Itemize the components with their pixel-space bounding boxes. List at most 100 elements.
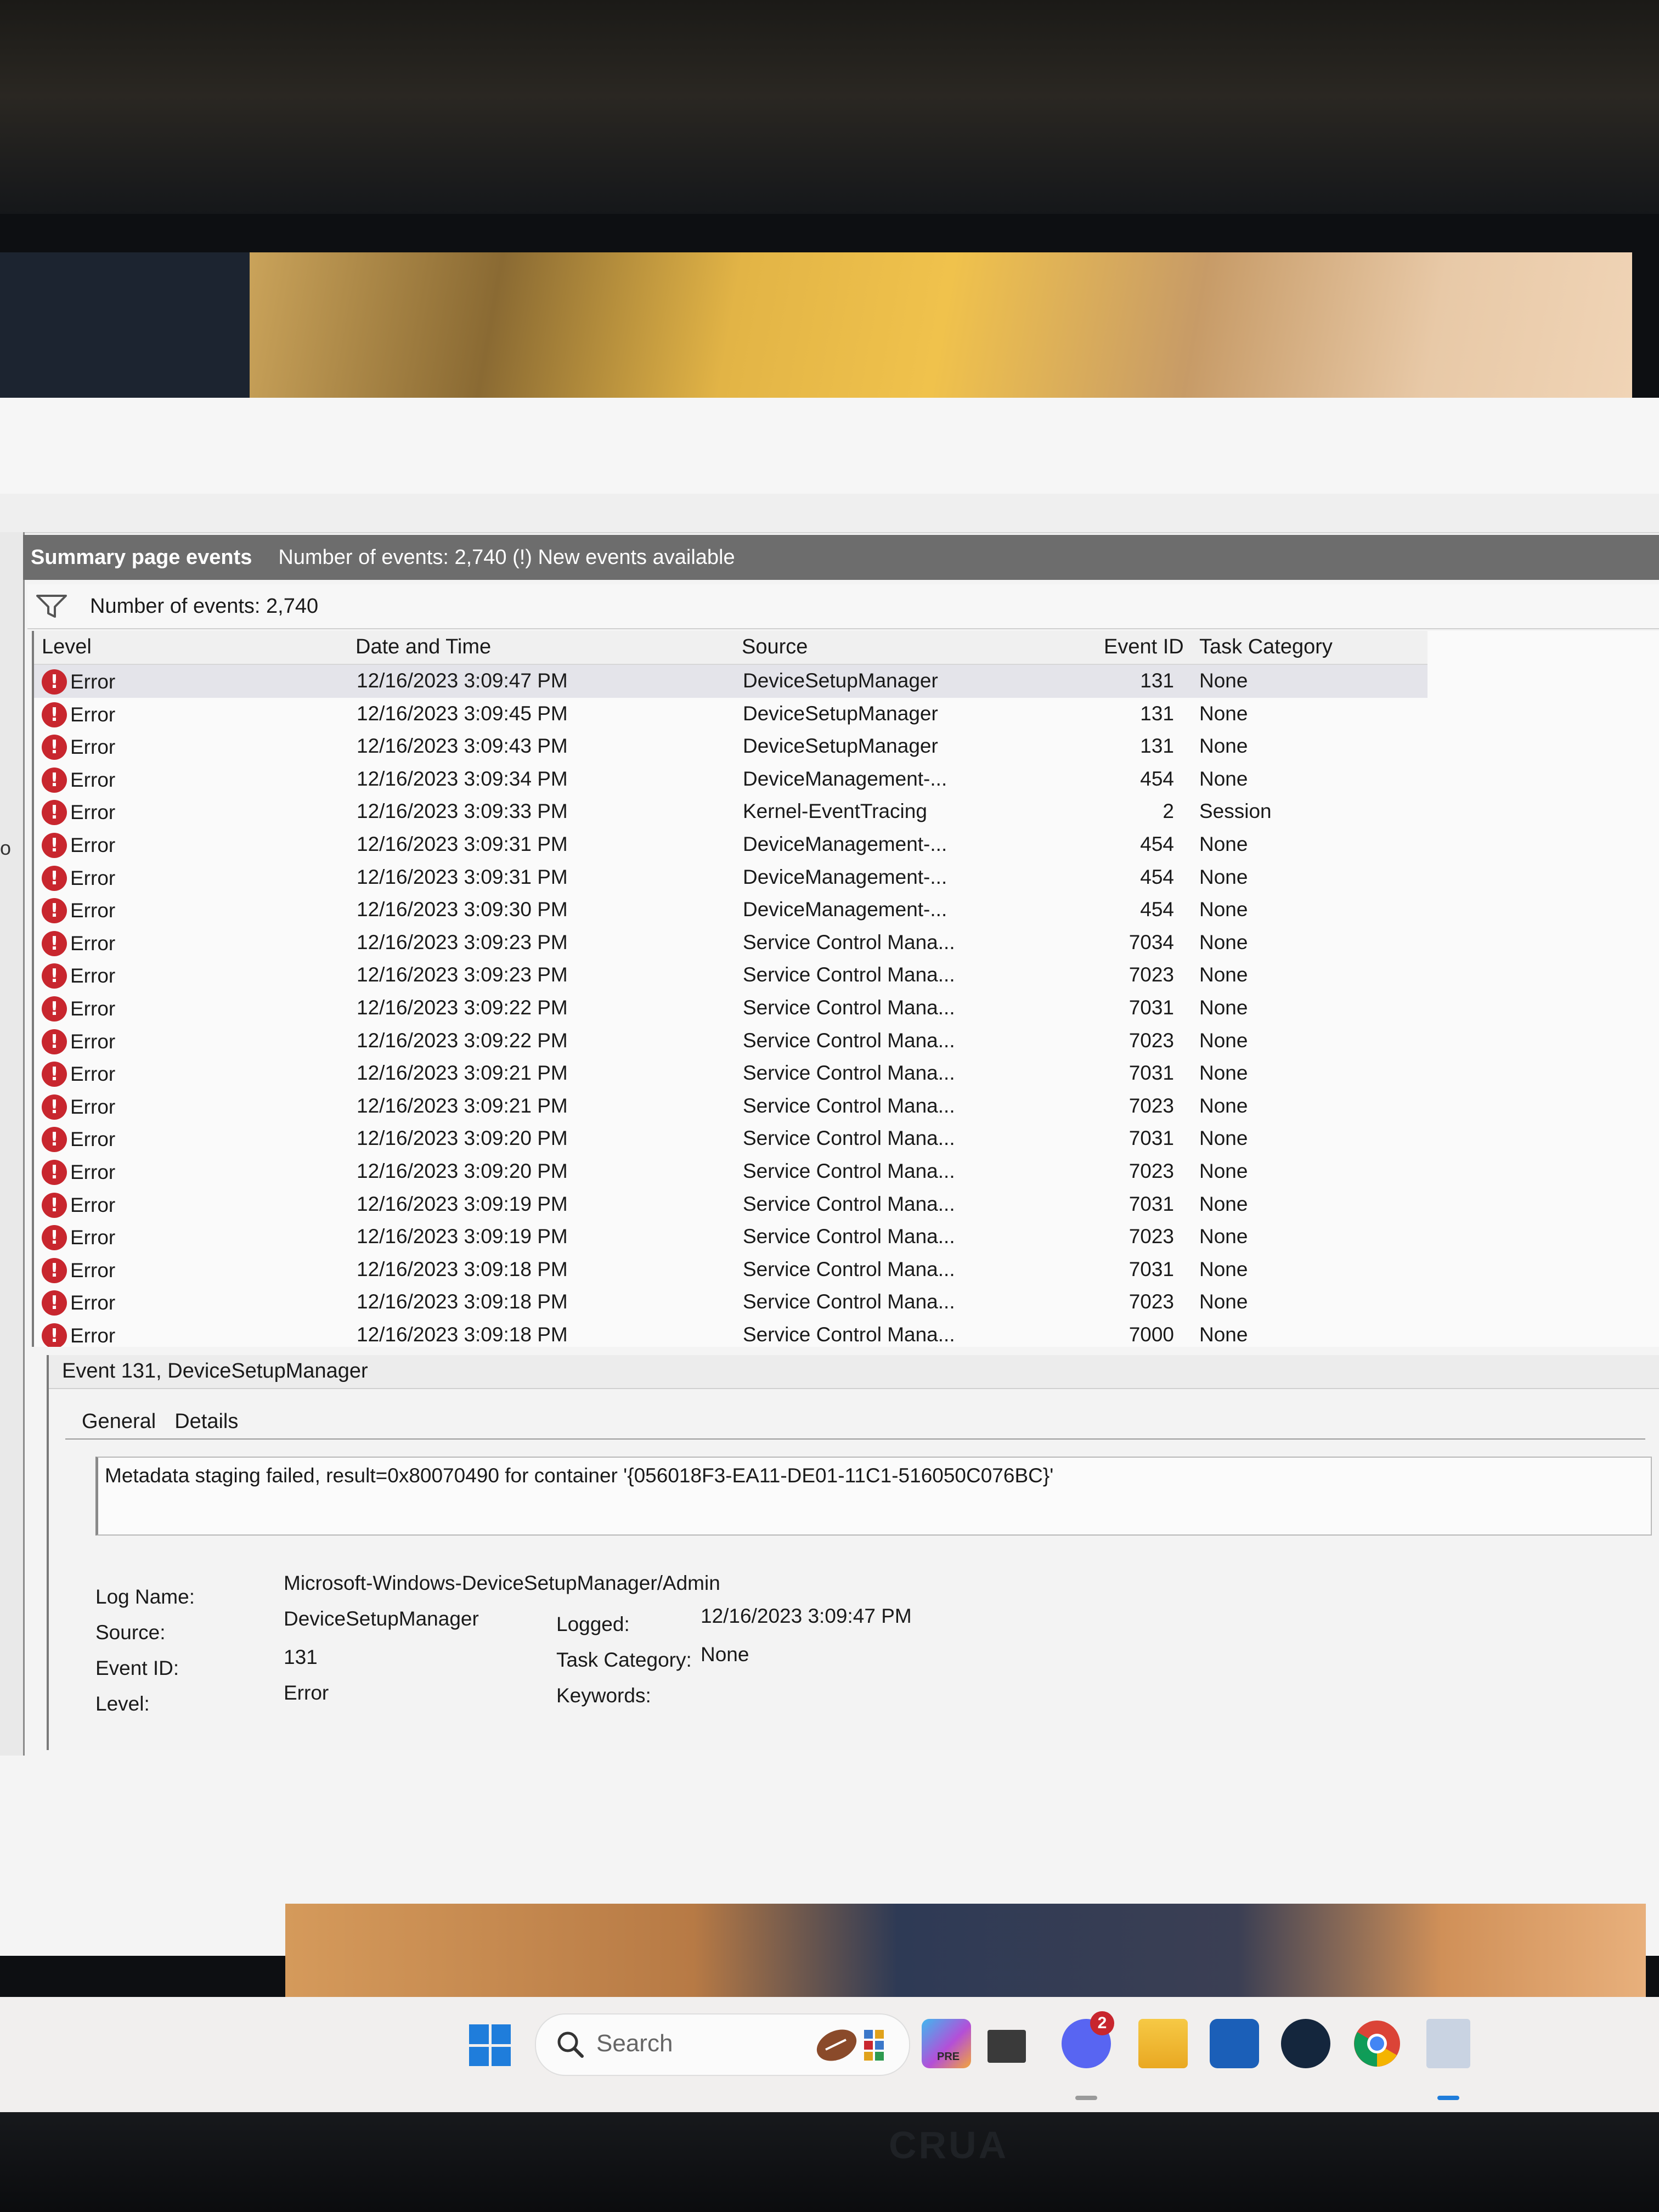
- table-row[interactable]: ! Error 12/16/2023 3:09:21 PM Service Contr…: [34, 1057, 1659, 1090]
- tab-general[interactable]: General: [82, 1410, 156, 1434]
- level-cell: ! Error: [42, 1323, 115, 1347]
- column-header-task-category[interactable]: Task Category: [1199, 635, 1333, 659]
- column-header-level[interactable]: Level: [42, 635, 92, 659]
- task-category-cell: None: [1199, 865, 1248, 888]
- grid-header: Level Date and Time Source Event ID Task…: [34, 631, 1427, 665]
- column-header-event-id[interactable]: Event ID: [1104, 635, 1184, 659]
- microsoft-store-icon[interactable]: [1210, 2019, 1259, 2068]
- level-cell: ! Error: [42, 800, 116, 826]
- detail-title-bar: Event 131, DeviceSetupManager: [49, 1355, 1659, 1389]
- file-explorer-icon[interactable]: [1138, 2019, 1188, 2068]
- table-row[interactable]: ! Error 12/16/2023 3:09:23 PM Service Contr…: [34, 959, 1659, 992]
- table-row[interactable]: ! Error 12/16/2023 3:09:23 PM Service Contr…: [34, 927, 1659, 960]
- error-icon: !: [42, 832, 67, 858]
- task-category-cell: None: [1199, 832, 1248, 855]
- level-text: Error: [70, 1063, 116, 1086]
- table-row[interactable]: ! Error 12/16/2023 3:09:18 PM Service Contr…: [34, 1319, 1659, 1347]
- summary-header: Summary page events Number of events: 2,…: [23, 535, 1659, 580]
- table-row[interactable]: ! Error 12/16/2023 3:09:18 PM Service Contr…: [34, 1286, 1659, 1319]
- event-id-cell: 454: [1140, 865, 1174, 888]
- table-row[interactable]: ! Error 12/16/2023 3:09:45 PM DeviceSetupMa…: [34, 698, 1659, 731]
- error-icon: !: [42, 800, 67, 826]
- table-row[interactable]: ! Error 12/16/2023 3:09:18 PM Service Contr…: [34, 1254, 1659, 1286]
- table-row[interactable]: ! Error 12/16/2023 3:09:20 PM Service Contr…: [34, 1122, 1659, 1155]
- filter-icon[interactable]: [35, 592, 68, 620]
- error-icon: !: [42, 735, 67, 760]
- error-icon: !: [42, 1127, 67, 1153]
- level-label: Level:: [95, 1692, 150, 1715]
- task-category-cell: None: [1199, 1225, 1248, 1248]
- chrome-icon[interactable]: [1352, 2019, 1402, 2068]
- error-icon: !: [42, 1323, 67, 1347]
- table-row[interactable]: ! Error 12/16/2023 3:09:21 PM Service Contr…: [34, 1090, 1659, 1123]
- table-row[interactable]: ! Error 12/16/2023 3:09:20 PM Service Contr…: [34, 1155, 1659, 1188]
- level-cell: ! Error: [42, 735, 115, 760]
- event-id-cell: 7023: [1128, 1094, 1174, 1117]
- level-text: Error: [70, 866, 116, 889]
- navigation-pane-edge[interactable]: o: [0, 532, 25, 1756]
- column-header-source[interactable]: Source: [742, 635, 808, 659]
- table-row[interactable]: ! Error 12/16/2023 3:09:31 PM DeviceManagem…: [34, 861, 1659, 894]
- event-description-box[interactable]: Metadata staging failed, result=0x800704…: [95, 1457, 1652, 1536]
- table-row[interactable]: ! Error 12/16/2023 3:09:22 PM Service Contr…: [34, 1025, 1659, 1058]
- task-view-icon[interactable]: [988, 2030, 1026, 2063]
- logged-value: 12/16/2023 3:09:47 PM: [701, 1605, 912, 1627]
- active-app-indicator: [1437, 2096, 1459, 2100]
- events-grid[interactable]: Level Date and Time Source Event ID Task…: [32, 631, 1659, 1347]
- task-category-cell: None: [1199, 1127, 1248, 1150]
- search-icon: [557, 2032, 584, 2058]
- source-cell: Service Control Mana...: [743, 1323, 955, 1346]
- widgets-icon[interactable]: [812, 2013, 900, 2074]
- level-cell: ! Error: [42, 1094, 115, 1120]
- level-text: Error: [70, 932, 116, 955]
- task-category-cell: None: [1199, 1290, 1248, 1313]
- copilot-icon[interactable]: PRE: [922, 2019, 971, 2068]
- table-row[interactable]: ! Error 12/16/2023 3:09:19 PM Service Contr…: [34, 1188, 1659, 1221]
- summary-status[interactable]: Number of events: 2,740 (!) New events a…: [278, 546, 735, 569]
- table-row[interactable]: ! Error 12/16/2023 3:09:34 PM DeviceManagem…: [34, 763, 1659, 796]
- event-id-cell: 7023: [1128, 1159, 1174, 1182]
- level-cell: ! Error: [42, 767, 116, 793]
- event-id-cell: 131: [1140, 735, 1174, 758]
- task-category-value: None: [701, 1643, 749, 1666]
- date-cell: 12/16/2023 3:09:18 PM: [357, 1323, 568, 1346]
- logged-label: Logged:: [556, 1613, 630, 1635]
- windows-start-icon[interactable]: [469, 2024, 511, 2066]
- monitor-bezel: [0, 2112, 1659, 2212]
- date-cell: 12/16/2023 3:09:45 PM: [357, 702, 568, 725]
- steam-icon[interactable]: [1281, 2019, 1330, 2068]
- table-row[interactable]: ! Error 12/16/2023 3:09:47 PM DeviceSetupMa…: [34, 665, 1427, 698]
- table-row[interactable]: ! Error 12/16/2023 3:09:31 PM DeviceManagem…: [34, 828, 1659, 861]
- level-cell: ! Error: [42, 865, 116, 891]
- table-row[interactable]: ! Error 12/16/2023 3:09:43 PM DeviceSetupMa…: [34, 730, 1659, 763]
- event-viewer-taskbar-icon[interactable]: [1426, 2019, 1470, 2068]
- level-cell: ! Error: [42, 1062, 115, 1087]
- background-room: [0, 0, 1659, 214]
- level-text: Error: [70, 1193, 116, 1216]
- level-text: Error: [70, 899, 116, 922]
- source-cell: DeviceSetupManager: [743, 669, 938, 692]
- event-id-cell: 7031: [1128, 1062, 1174, 1085]
- source-cell: Service Control Mana...: [743, 1029, 955, 1052]
- error-icon: !: [42, 1192, 67, 1218]
- level-text: Error: [70, 801, 116, 824]
- table-row[interactable]: ! Error 12/16/2023 3:09:19 PM Service Contr…: [34, 1221, 1659, 1254]
- date-cell: 12/16/2023 3:09:47 PM: [357, 669, 568, 692]
- table-row[interactable]: ! Error 12/16/2023 3:09:22 PM Service Contr…: [34, 992, 1659, 1025]
- level-cell: ! Error: [42, 1029, 115, 1054]
- table-row[interactable]: ! Error 12/16/2023 3:09:30 PM DeviceManagem…: [34, 894, 1659, 927]
- tab-details[interactable]: Details: [174, 1410, 238, 1434]
- level-text: Error: [70, 768, 116, 791]
- level-cell: ! Error: [42, 702, 115, 727]
- date-cell: 12/16/2023 3:09:43 PM: [357, 735, 568, 758]
- event-id-cell: 7000: [1128, 1323, 1174, 1346]
- source-cell: Service Control Mana...: [743, 1290, 955, 1313]
- column-header-date[interactable]: Date and Time: [356, 635, 491, 659]
- event-id-cell: 131: [1140, 702, 1174, 725]
- log-name-label: Log Name:: [95, 1585, 195, 1608]
- table-row[interactable]: ! Error 12/16/2023 3:09:33 PM Kernel-EventT…: [34, 795, 1659, 828]
- event-count: Number of events: 2,740: [90, 594, 319, 618]
- error-icon: !: [42, 1029, 67, 1054]
- level-text: Error: [70, 1259, 116, 1282]
- discord-icon[interactable]: 2: [1062, 2011, 1114, 2068]
